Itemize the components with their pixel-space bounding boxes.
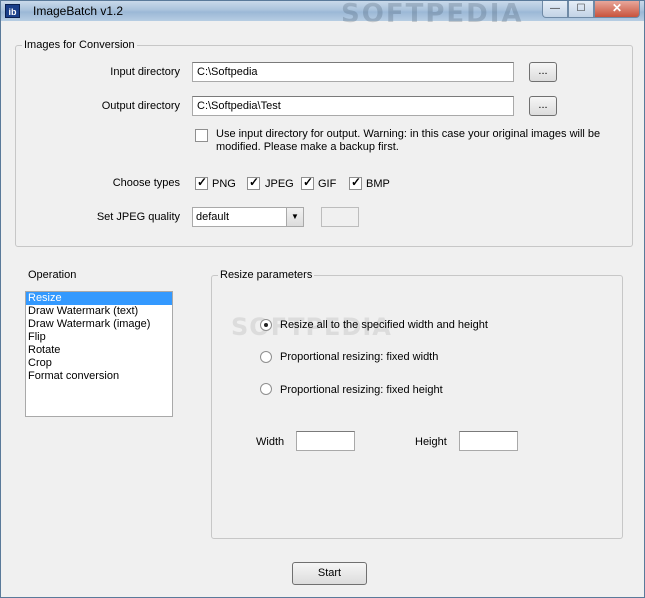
choose-types-label: Choose types xyxy=(112,177,180,189)
jpeg-check-mark: ✓ xyxy=(249,175,260,189)
bmp-check-mark: ✓ xyxy=(351,175,362,189)
images-for-conversion-legend: Images for Conversion xyxy=(22,39,137,51)
jpeg-quality-number-field xyxy=(321,207,359,227)
use-input-directory-text-line2: modified. Please make a backup first. xyxy=(216,141,399,153)
png-check-mark: ✓ xyxy=(197,175,208,189)
minimize-button[interactable]: — xyxy=(542,1,568,18)
title-watermark: SOFTPEDIA xyxy=(341,0,524,29)
operation-item-format-conversion[interactable]: Format conversion xyxy=(26,370,172,383)
bmp-label: BMP xyxy=(366,178,390,190)
operation-item-draw-watermark-text[interactable]: Draw Watermark (text) xyxy=(26,305,172,318)
operation-item-flip[interactable]: Flip xyxy=(26,331,172,344)
operation-item-resize[interactable]: Resize xyxy=(26,292,172,305)
gif-checkbox[interactable]: ✓ xyxy=(301,175,314,190)
output-directory-field[interactable]: C:\Softpedia\Test xyxy=(192,96,514,116)
output-directory-label: Output directory xyxy=(101,100,180,112)
operation-item-draw-watermark-image[interactable]: Draw Watermark (image) xyxy=(26,318,172,331)
input-browse-button[interactable]: ... xyxy=(529,62,557,82)
maximize-button[interactable]: ☐ xyxy=(568,1,594,18)
operation-item-rotate[interactable]: Rotate xyxy=(26,344,172,357)
fixed-width-radio[interactable] xyxy=(260,351,272,363)
bmp-checkbox[interactable]: ✓ xyxy=(349,175,362,190)
fixed-height-label: Proportional resizing: fixed height xyxy=(280,384,443,396)
imagebatch-window: SOFTPEDIA ib ImageBatch v1.2 — ☐ ✕ Image… xyxy=(0,0,645,598)
operation-list[interactable]: Resize Draw Watermark (text) Draw Waterm… xyxy=(25,291,173,417)
width-field[interactable] xyxy=(296,431,355,451)
fixed-height-radio[interactable] xyxy=(260,383,272,395)
input-directory-field[interactable]: C:\Softpedia xyxy=(192,62,514,82)
output-browse-button[interactable]: ... xyxy=(529,96,557,116)
operation-label: Operation xyxy=(28,269,77,281)
png-checkbox[interactable]: ✓ xyxy=(195,175,208,190)
use-input-directory-checkbox[interactable] xyxy=(195,129,208,142)
height-label: Height xyxy=(415,436,447,448)
resize-parameters-legend: Resize parameters xyxy=(218,269,315,281)
close-button[interactable]: ✕ xyxy=(594,1,640,18)
jpeg-label: JPEG xyxy=(265,178,294,190)
jpeg-quality-label: Set JPEG quality xyxy=(96,211,180,223)
png-label: PNG xyxy=(212,178,236,190)
app-icon[interactable]: ib xyxy=(5,4,20,18)
gif-check-mark: ✓ xyxy=(303,175,314,189)
title-bar[interactable]: SOFTPEDIA ib ImageBatch v1.2 — ☐ ✕ xyxy=(1,0,644,29)
height-field[interactable] xyxy=(459,431,518,451)
chevron-down-icon[interactable]: ▼ xyxy=(286,208,303,226)
radio-selected-dot xyxy=(264,323,268,327)
resize-specified-label: Resize all to the specified width and he… xyxy=(280,319,488,331)
fixed-width-label: Proportional resizing: fixed width xyxy=(280,351,439,363)
input-directory-label: Input directory xyxy=(110,66,180,78)
jpeg-checkbox[interactable]: ✓ xyxy=(247,175,260,190)
gif-label: GIF xyxy=(318,178,337,190)
start-button[interactable]: Start xyxy=(292,562,367,585)
width-label: Width xyxy=(256,436,285,448)
resize-specified-radio[interactable] xyxy=(260,319,272,331)
window-title: ImageBatch v1.2 xyxy=(33,4,124,18)
use-input-directory-text-line1: Use input directory for output. Warning:… xyxy=(216,128,601,140)
jpeg-quality-value: default xyxy=(196,211,230,223)
operation-item-crop[interactable]: Crop xyxy=(26,357,172,370)
jpeg-quality-select[interactable]: default ▼ xyxy=(192,207,304,227)
